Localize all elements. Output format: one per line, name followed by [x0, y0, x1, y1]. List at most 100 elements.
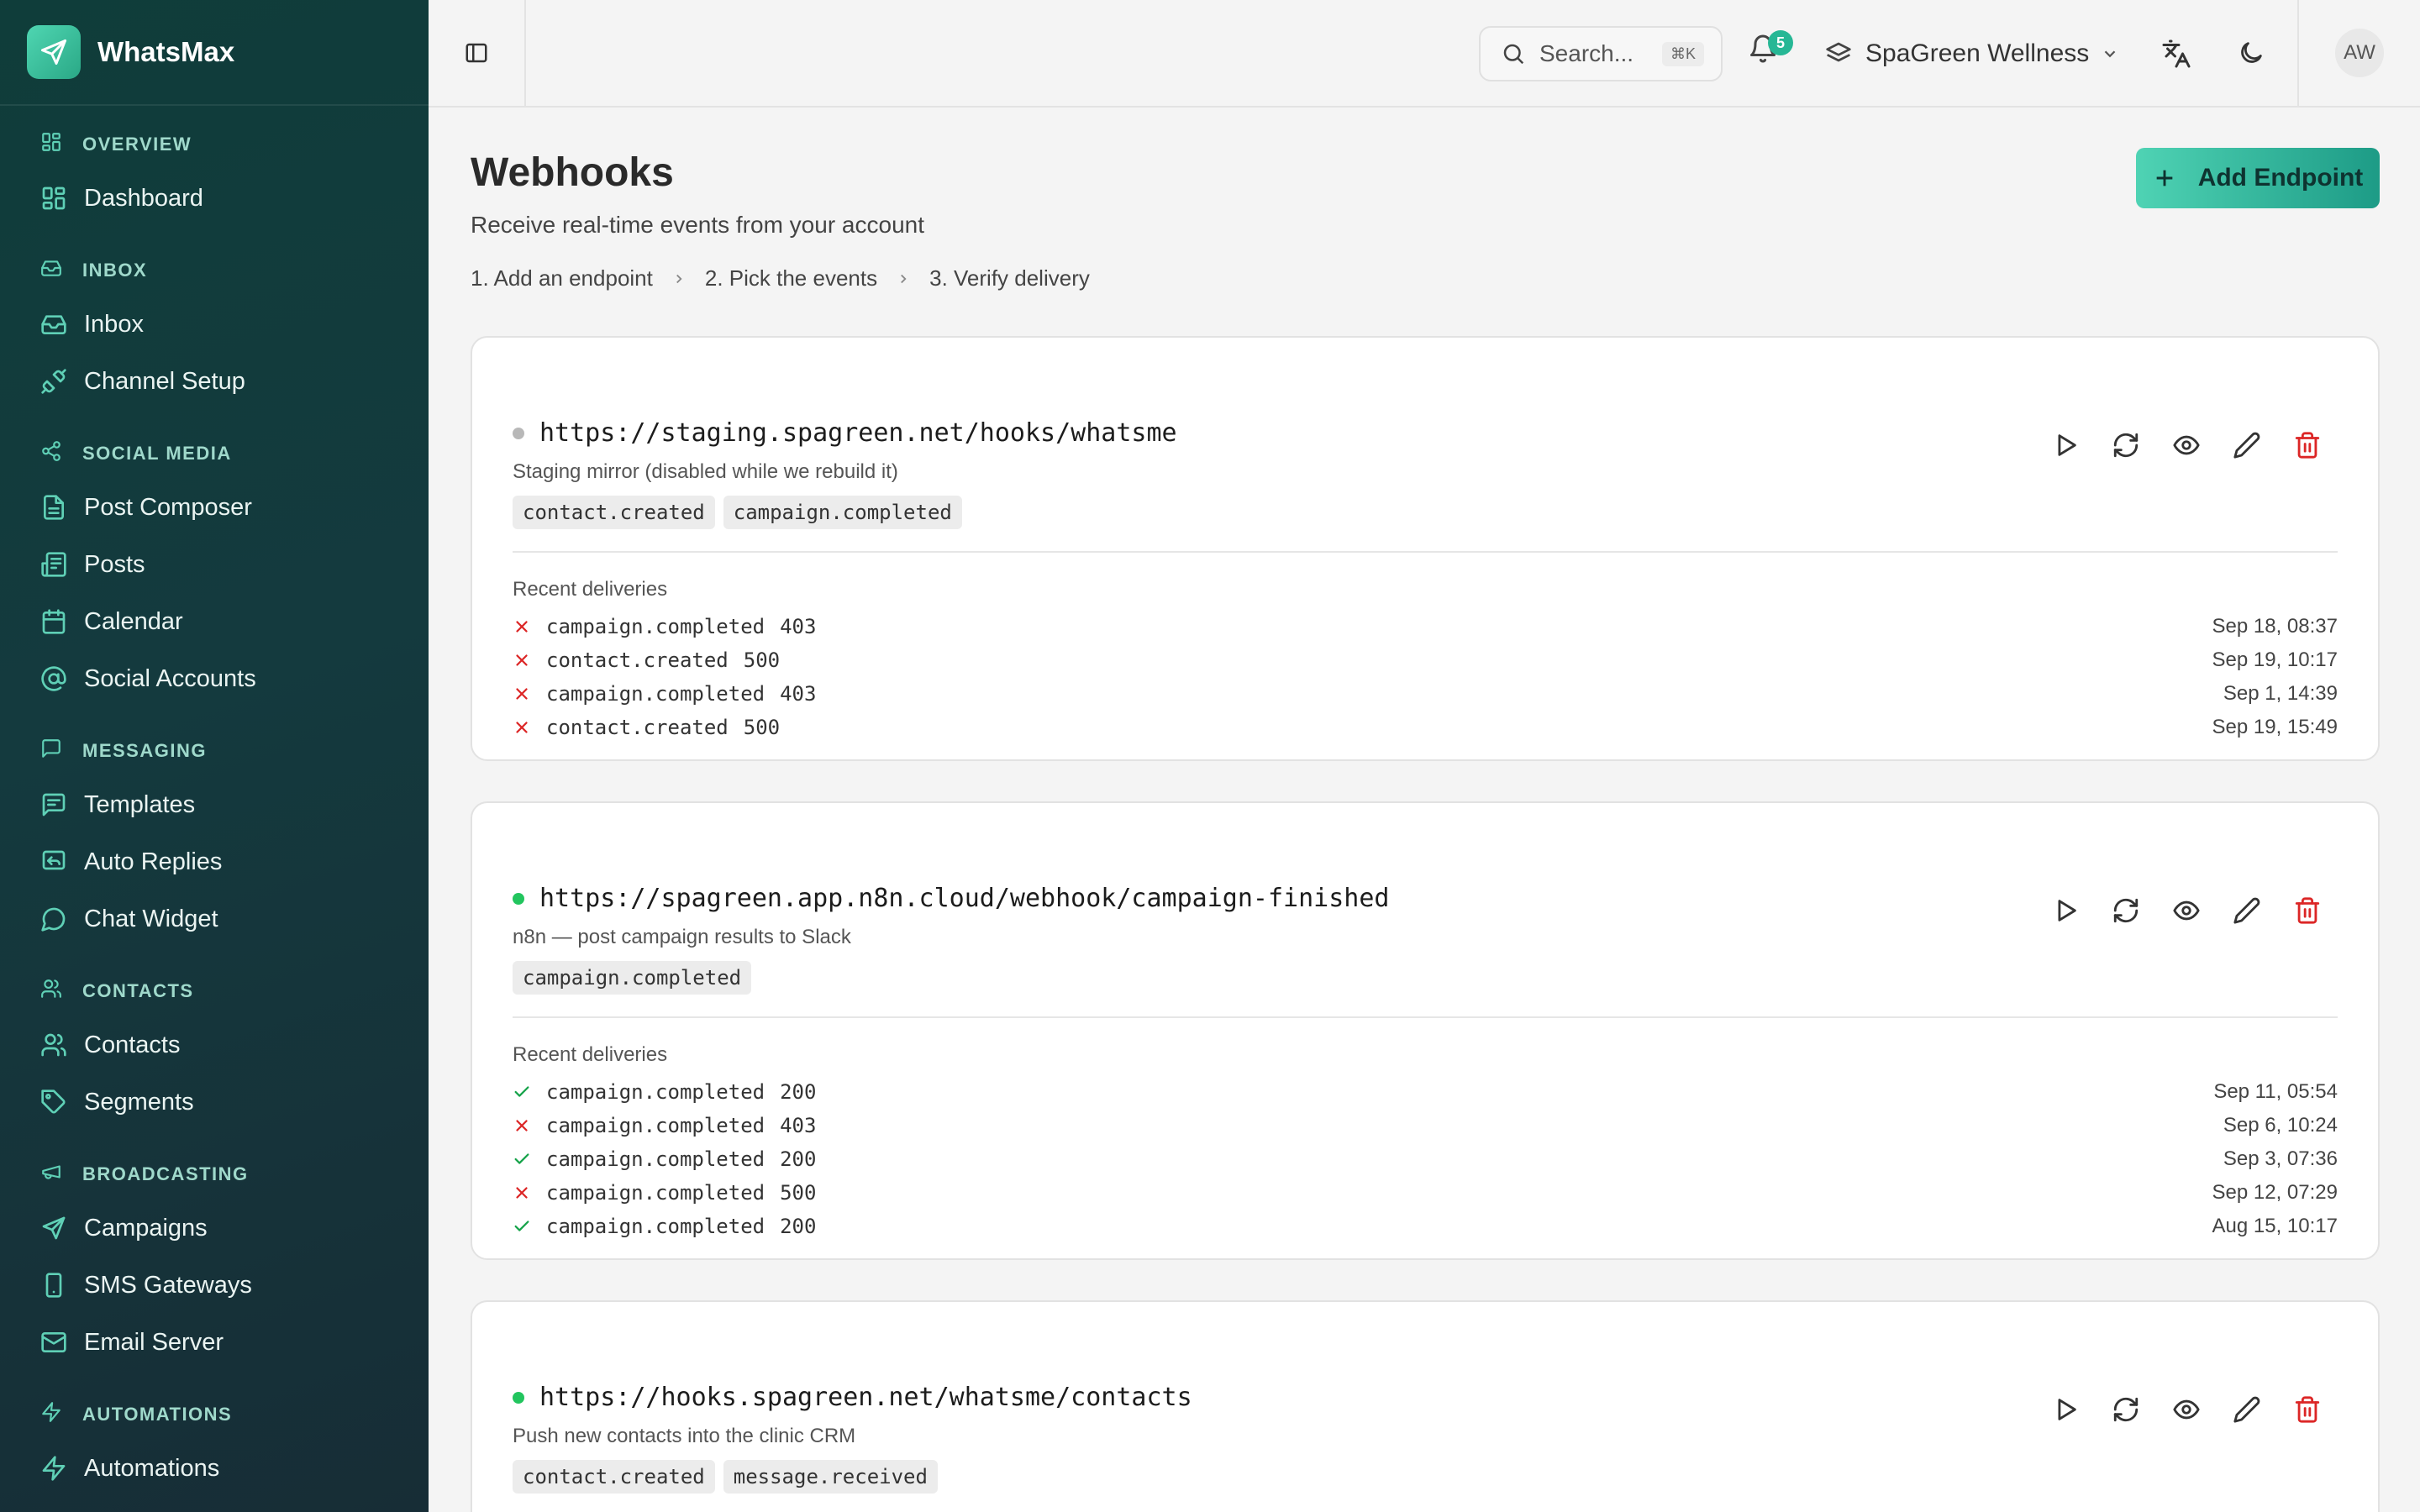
megaphone-icon: [40, 1161, 67, 1188]
view-button[interactable]: [2156, 1389, 2217, 1430]
sidebar-item-label: Auto Replies: [84, 848, 223, 875]
sidebar-item-sms-gateways[interactable]: SMS Gateways: [0, 1257, 429, 1314]
send-icon: [40, 1215, 67, 1242]
theme-toggle-button[interactable]: [2237, 39, 2265, 67]
view-button[interactable]: [2156, 425, 2217, 465]
delete-button[interactable]: [2277, 890, 2338, 931]
plug-icon: [40, 368, 67, 395]
sidebar-item-inbox[interactable]: Inbox: [0, 296, 429, 353]
card-divider: [513, 1016, 2338, 1018]
reply-icon: [40, 848, 67, 875]
delivery-row[interactable]: campaign.completed 403 Sep 6, 10:24: [513, 1109, 2338, 1142]
sidebar-section-overview: OVERVIEW: [0, 119, 429, 170]
sidebar-item-posts[interactable]: Posts: [0, 536, 429, 593]
sidebar-item-auto-replies[interactable]: Auto Replies: [0, 833, 429, 890]
endpoint-actions: [2035, 890, 2338, 931]
test-endpoint-button[interactable]: [2035, 1389, 2096, 1430]
eye-icon: [2172, 896, 2201, 925]
sidebar-item-chat-widget[interactable]: Chat Widget: [0, 890, 429, 948]
endpoint-actions: [2035, 425, 2338, 465]
sidebar-item-segments[interactable]: Segments: [0, 1074, 429, 1131]
delivery-status-code: 200: [780, 1147, 817, 1171]
delivery-event: campaign.completed: [546, 1181, 765, 1205]
calendar-icon: [40, 608, 67, 635]
delivery-status-code: 200: [780, 1080, 817, 1104]
test-endpoint-button[interactable]: [2035, 890, 2096, 931]
event-tag: campaign.completed: [723, 496, 962, 529]
page-title: Webhooks: [471, 150, 674, 195]
pencil-icon: [2233, 896, 2261, 925]
plus-icon: [2156, 170, 2173, 186]
eye-icon: [2172, 1395, 2201, 1424]
trash-icon: [2293, 431, 2322, 459]
step-1: 1. Add an endpoint: [471, 265, 653, 291]
edit-button[interactable]: [2217, 890, 2277, 931]
sidebar-item-contacts[interactable]: Contacts: [0, 1016, 429, 1074]
play-icon: [2051, 896, 2080, 925]
delivery-status-code: 200: [780, 1215, 817, 1238]
sidebar-section-title: OVERVIEW: [82, 134, 192, 155]
delete-button[interactable]: [2277, 1389, 2338, 1430]
retry-button[interactable]: [2096, 425, 2156, 465]
search-input[interactable]: Search... ⌘K: [1479, 26, 1723, 81]
sidebar-section-social-media: SOCIAL MEDIA: [0, 428, 429, 479]
language-button[interactable]: [2161, 39, 2191, 69]
add-endpoint-button[interactable]: Add Endpoint: [2136, 148, 2380, 208]
view-button[interactable]: [2156, 890, 2217, 931]
inbox-icon: [40, 311, 67, 338]
sidebar-item-label: Inbox: [84, 310, 144, 338]
delivery-row[interactable]: campaign.completed 403 Sep 1, 14:39: [513, 677, 2338, 711]
sidebar-section-title: CONTACTS: [82, 980, 194, 1001]
sidebar-toggle-button[interactable]: [429, 0, 526, 106]
edit-button[interactable]: [2217, 1389, 2277, 1430]
sidebar-item-social-accounts[interactable]: Social Accounts: [0, 650, 429, 707]
status-dot: [513, 427, 524, 439]
search-icon: [1503, 44, 1524, 65]
delivery-row[interactable]: campaign.completed 200 Sep 11, 05:54: [513, 1075, 2338, 1109]
brand[interactable]: WhatsMax: [0, 0, 429, 106]
delivery-time: Sep 19, 15:49: [2212, 716, 2338, 738]
users-icon: [40, 1032, 67, 1058]
endpoint-header: https://spagreen.app.n8n.cloud/webhook/c…: [513, 884, 1389, 913]
endpoint-url: https://staging.spagreen.net/hooks/whats…: [539, 418, 1177, 448]
user-menu[interactable]: AW: [2297, 0, 2420, 106]
at-sign-icon: [40, 665, 67, 692]
delivery-row[interactable]: contact.created 500 Sep 19, 10:17: [513, 643, 2338, 677]
sidebar-item-campaigns[interactable]: Campaigns: [0, 1200, 429, 1257]
sidebar-item-templates[interactable]: Templates: [0, 776, 429, 833]
play-icon: [2051, 431, 2080, 459]
chevron-down-icon: [2104, 50, 2116, 58]
edit-button[interactable]: [2217, 425, 2277, 465]
sidebar-item-automations[interactable]: Automations: [0, 1440, 429, 1497]
endpoint-description: Staging mirror (disabled while we rebuil…: [513, 460, 898, 483]
play-icon: [2051, 1395, 2080, 1424]
sidebar-item-post-composer[interactable]: Post Composer: [0, 479, 429, 536]
sidebar-item-calendar[interactable]: Calendar: [0, 593, 429, 650]
delivery-row[interactable]: contact.created 500 Sep 19, 15:49: [513, 711, 2338, 744]
delete-button[interactable]: [2277, 425, 2338, 465]
delivery-row[interactable]: campaign.completed 403 Sep 18, 08:37: [513, 610, 2338, 643]
trash-icon: [2293, 896, 2322, 925]
delivery-row[interactable]: campaign.completed 200 Aug 15, 10:17: [513, 1210, 2338, 1243]
pencil-icon: [2233, 1395, 2261, 1424]
sidebar-item-channel-setup[interactable]: Channel Setup: [0, 353, 429, 410]
endpoint-header: https://staging.spagreen.net/hooks/whats…: [513, 418, 1177, 448]
sidebar-item-label: Email Server: [84, 1328, 224, 1356]
smartphone-icon: [40, 1272, 67, 1299]
retry-button[interactable]: [2096, 1389, 2156, 1430]
delivery-row[interactable]: campaign.completed 500 Sep 12, 07:29: [513, 1176, 2338, 1210]
test-endpoint-button[interactable]: [2035, 425, 2096, 465]
x-icon: [513, 685, 531, 703]
retry-button[interactable]: [2096, 890, 2156, 931]
sidebar-item-dashboard[interactable]: Dashboard: [0, 170, 429, 227]
sidebar-item-label: Templates: [84, 790, 196, 818]
template-icon: [40, 791, 67, 818]
delivery-row[interactable]: campaign.completed 200 Sep 3, 07:36: [513, 1142, 2338, 1176]
sidebar-item-email-server[interactable]: Email Server: [0, 1314, 429, 1371]
step-3: 3. Verify delivery: [929, 265, 1090, 291]
mail-icon: [40, 1329, 67, 1356]
sidebar-section-title: MESSAGING: [82, 740, 207, 761]
workspace-switcher[interactable]: SpaGreen Wellness: [1825, 30, 2119, 77]
event-tags: campaign.completed: [513, 961, 760, 995]
sidebar-section-contacts: CONTACTS: [0, 966, 429, 1016]
